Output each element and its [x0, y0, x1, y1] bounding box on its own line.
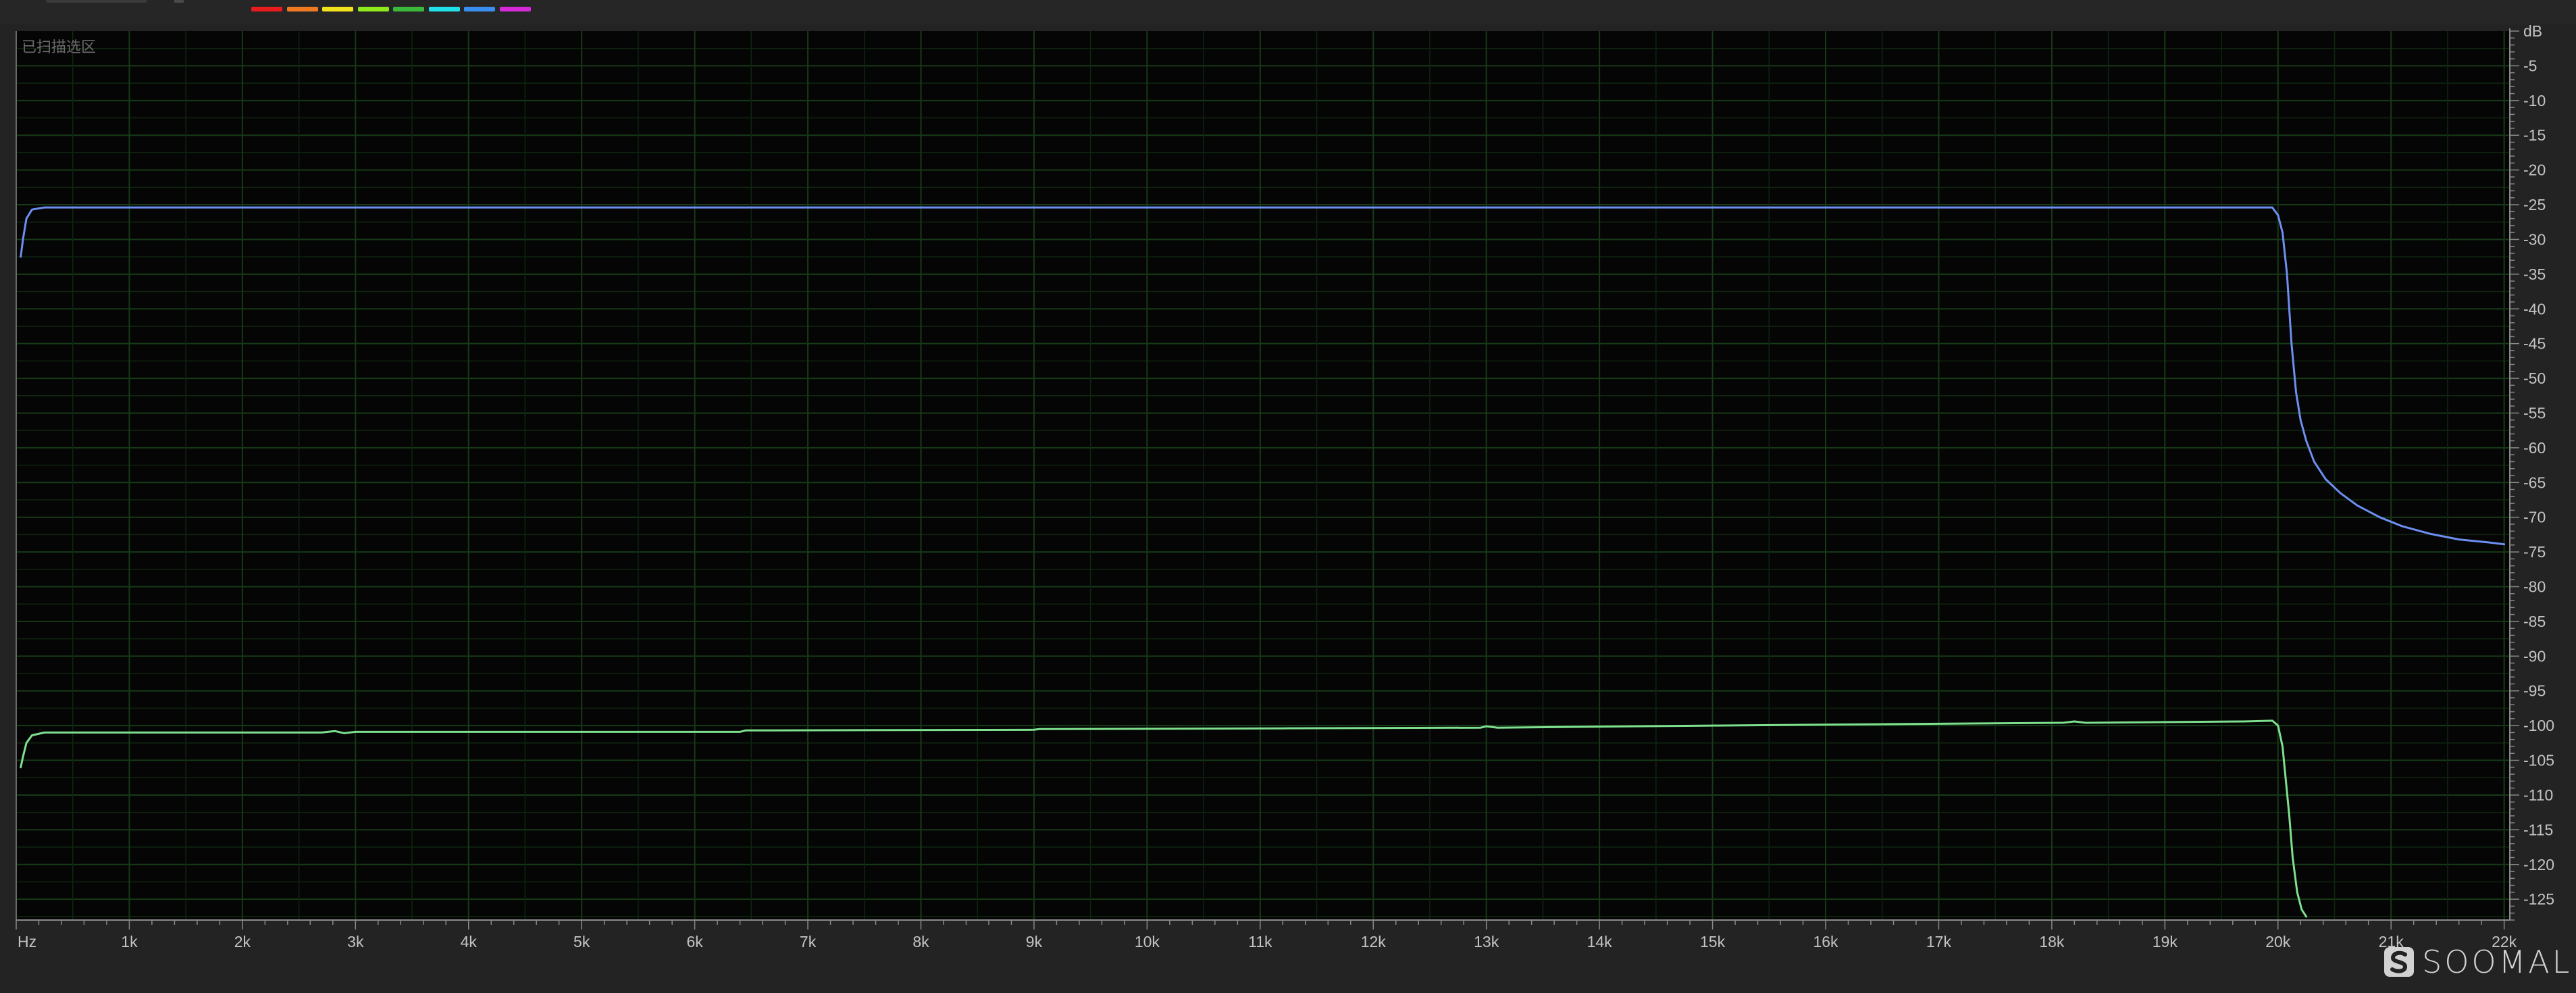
x-tick-label: 12k: [1361, 933, 1387, 950]
y-tick-label: -20: [2523, 161, 2546, 179]
y-tick-label: -5: [2523, 57, 2537, 74]
x-tick-label: 1k: [121, 933, 138, 950]
y-tick-label: -40: [2523, 300, 2546, 317]
x-tick-label: 13k: [1474, 933, 1499, 950]
spectrum-analyzer-window: dB -5 -10 -15 -20 -25 -30 -35 -40 -45 -50 -55 -60 -65…: [0, 0, 2576, 993]
x-tick-label: 9k: [1026, 933, 1043, 950]
plot-area[interactable]: [16, 31, 2510, 920]
y-tick-label: -60: [2523, 439, 2546, 457]
x-tick-label: 14k: [1587, 933, 1613, 950]
watermark: SOOMAL: [2383, 942, 2572, 982]
x-tick-label: 5k: [573, 933, 590, 950]
y-tick-label: -10: [2523, 92, 2546, 109]
y-tick-label: -120: [2523, 856, 2554, 873]
y-tick-label: -35: [2523, 265, 2546, 283]
y-tick-label: -95: [2523, 682, 2546, 700]
x-tick-label: 2k: [234, 933, 251, 950]
x-tick-label: 4k: [461, 933, 478, 950]
x-tick-label: 18k: [2039, 933, 2065, 950]
y-tick-label: -75: [2523, 543, 2546, 561]
x-tick-label: 16k: [1813, 933, 1838, 950]
y-tick-label: -85: [2523, 613, 2546, 630]
x-tick-label: 10k: [1135, 933, 1160, 950]
y-tick-label: -105: [2523, 752, 2554, 769]
y-tick-label: -70: [2523, 509, 2546, 526]
y-tick-label: -115: [2523, 821, 2553, 838]
x-axis-tick-labels: Hz 1k 2k 3k 4k 5k 6k 7k 8k 9k 10k 11k 12k 13k 14k 15k 16…: [18, 933, 2517, 950]
y-tick-label: -15: [2523, 126, 2546, 144]
y-tick-label: -80: [2523, 578, 2546, 596]
y-tick-label: -25: [2523, 196, 2546, 213]
x-tick-label: 6k: [686, 933, 703, 950]
scanned-selection-label: 已扫描选区: [22, 39, 97, 56]
watermark-text: SOOMAL: [2422, 944, 2573, 980]
y-tick-label: -30: [2523, 230, 2546, 248]
soomal-logo-icon: [2384, 947, 2414, 977]
y-tick-label: dB: [2523, 22, 2542, 40]
frequency-response-chart[interactable]: dB -5 -10 -15 -20 -25 -30 -35 -40 -45 -50 -55 -60 -65…: [0, 0, 2576, 993]
y-axis-tick-labels: dB -5 -10 -15 -20 -25 -30 -35 -40 -45 -50 -55 -60 -65…: [2523, 22, 2554, 908]
x-tick-label: 15k: [1700, 933, 1726, 950]
x-tick-label: 3k: [347, 933, 364, 950]
y-tick-label: -125: [2523, 890, 2554, 908]
y-tick-label: -90: [2523, 647, 2546, 665]
x-tick-label: Hz: [18, 933, 36, 950]
x-tick-label: 8k: [912, 933, 929, 950]
y-tick-label: -65: [2523, 474, 2546, 491]
x-tick-label: 7k: [800, 933, 817, 950]
x-tick-label: 11k: [1248, 933, 1272, 950]
x-tick-label: 17k: [1926, 933, 1952, 950]
x-tick-label: 20k: [2265, 933, 2291, 950]
y-tick-label: -45: [2523, 335, 2546, 353]
y-tick-label: -100: [2523, 717, 2554, 734]
y-tick-label: -50: [2523, 370, 2546, 387]
x-tick-label: 19k: [2153, 933, 2178, 950]
y-tick-label: -55: [2523, 404, 2546, 422]
y-tick-label: -110: [2523, 786, 2553, 804]
